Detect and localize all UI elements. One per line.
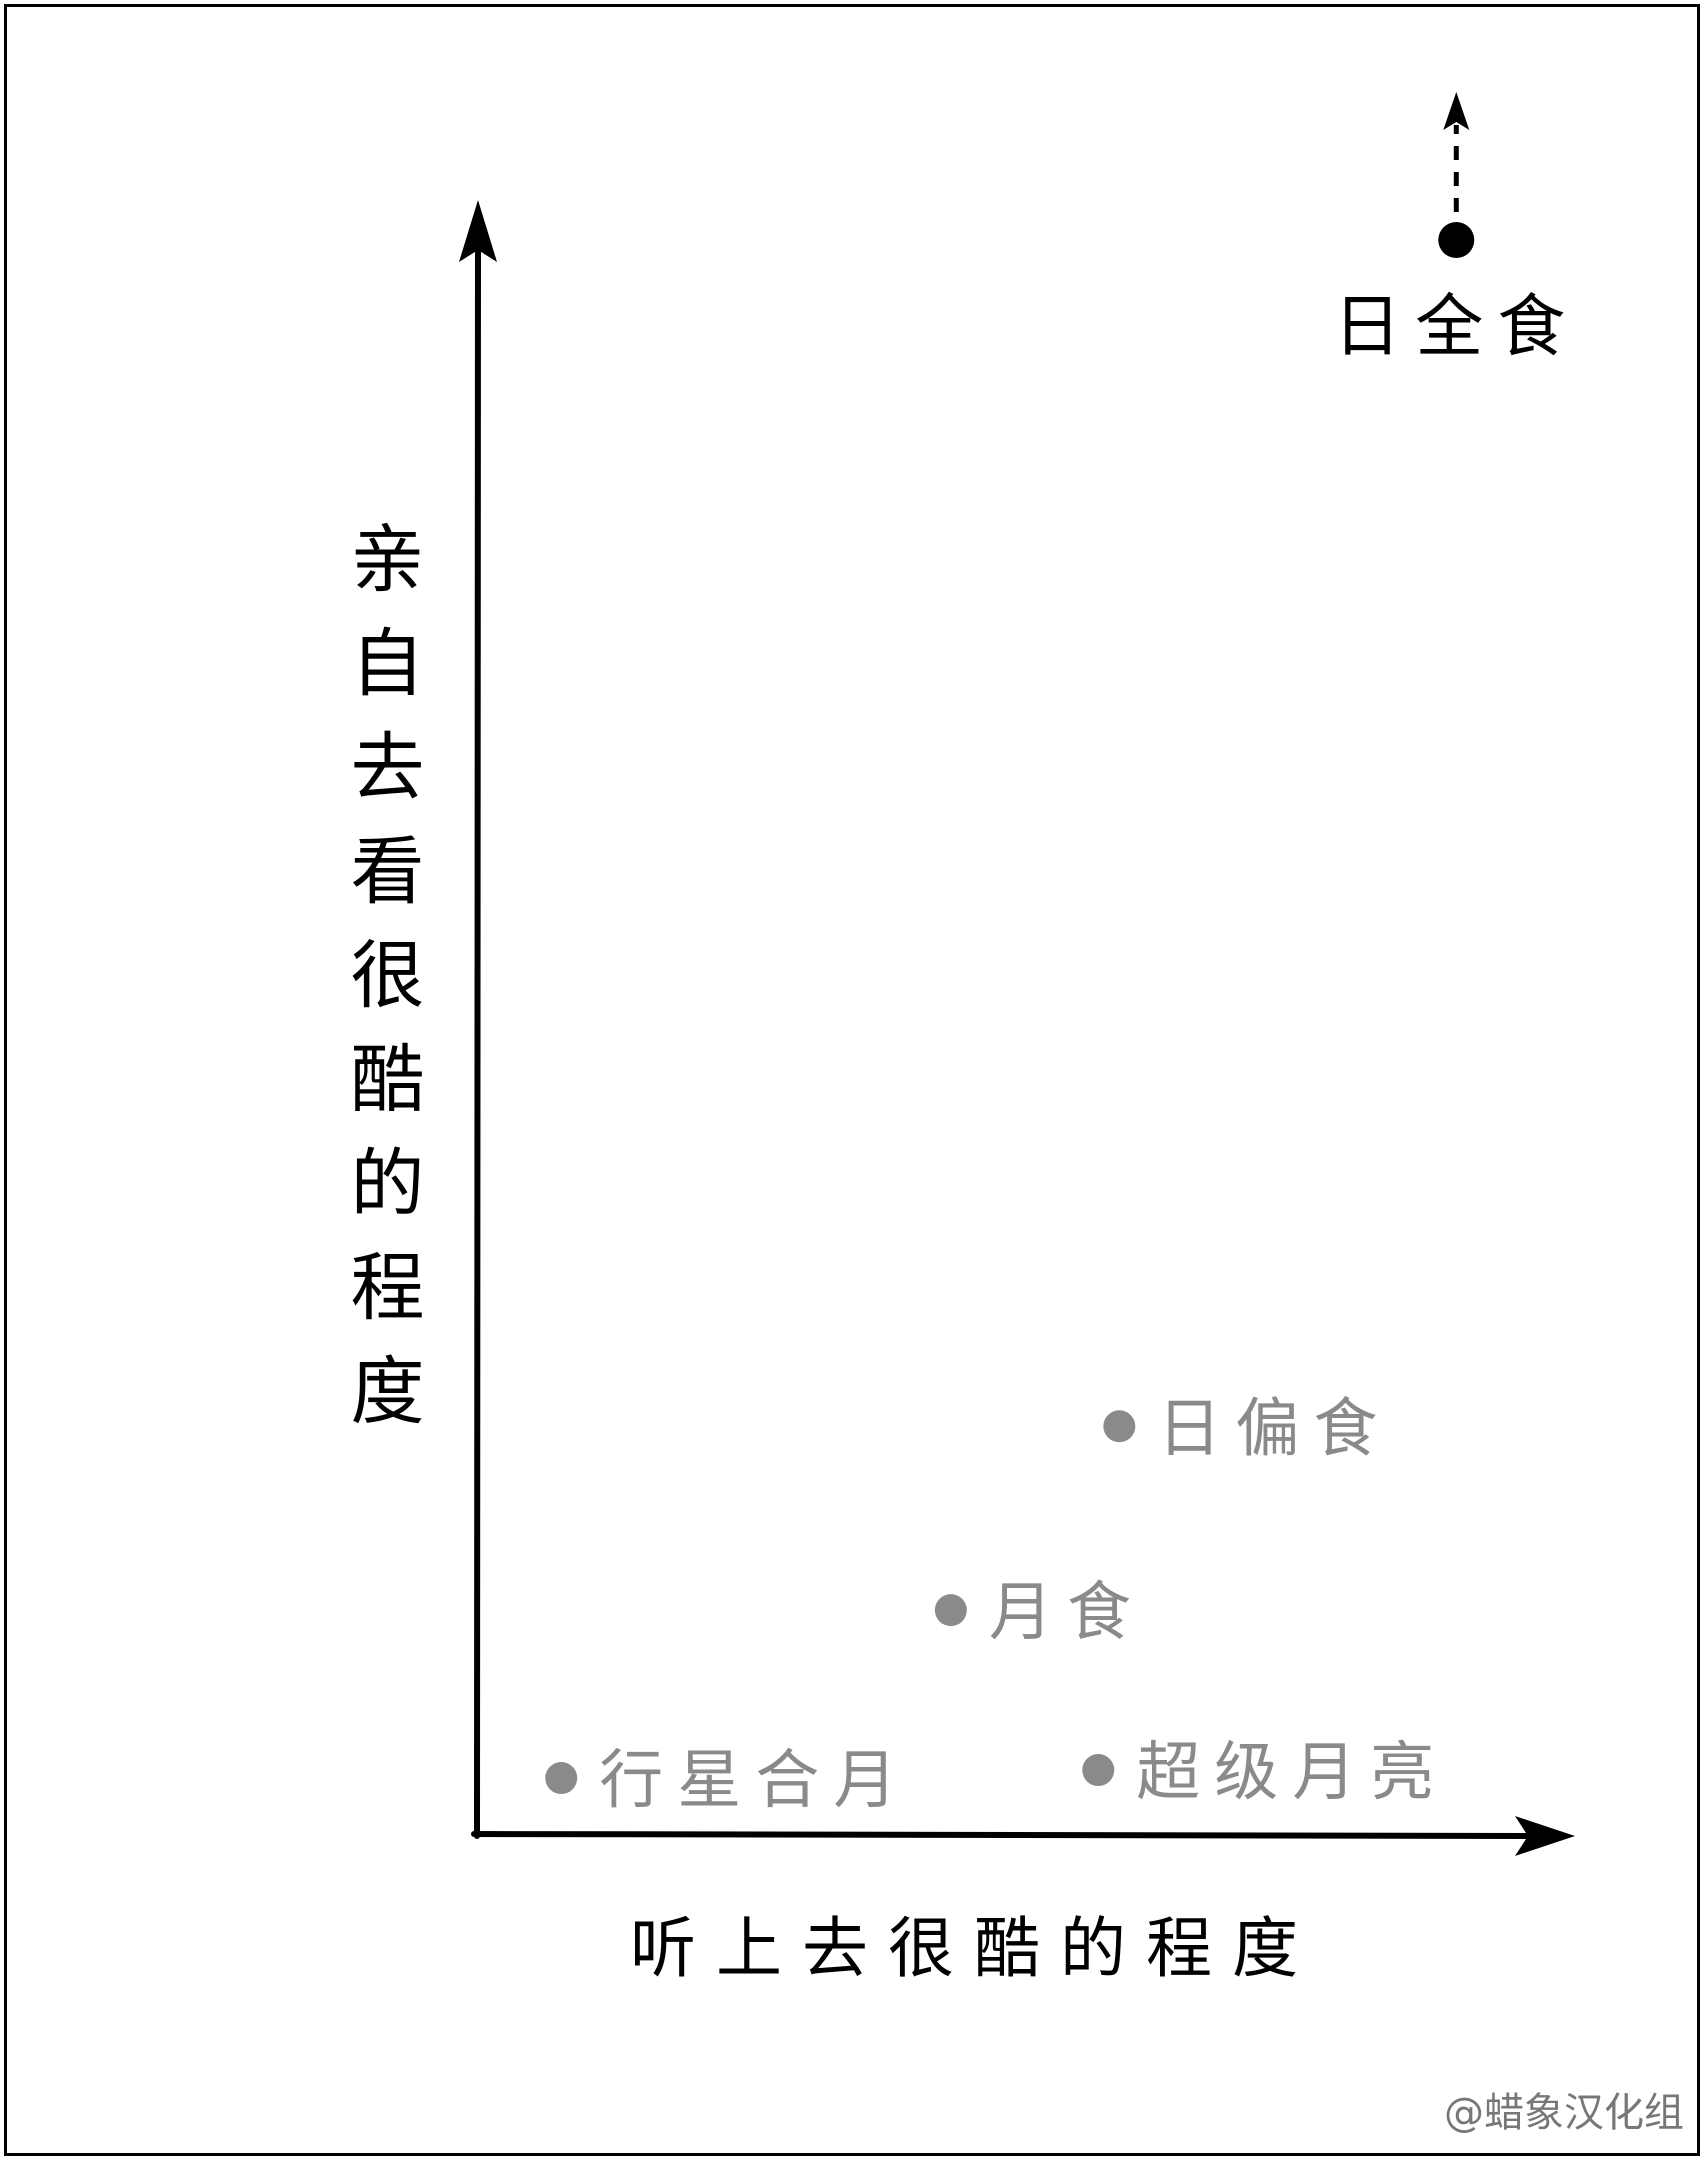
scatter-chart: 日全食日偏食月食行星合月 超级月亮 — [459, 92, 1579, 1856]
points-layer: 日全食日偏食月食行星合月 超级月亮 — [545, 92, 1579, 1818]
point-2 — [934, 1594, 967, 1627]
off-chart-arrowhead — [1443, 92, 1470, 130]
y-axis — [474, 232, 481, 1839]
point-label-1: 日偏食 — [1157, 1392, 1391, 1466]
point-1 — [1103, 1410, 1136, 1443]
credit-text: @蜡象汉化组 — [1444, 2090, 1684, 2136]
point-label-0: 日全食 — [1333, 288, 1579, 367]
point-3 — [545, 1762, 578, 1795]
point-label-3: 行星合月 — [599, 1744, 911, 1818]
point-0 — [1438, 222, 1475, 258]
point-label-4: 超级月亮 — [1136, 1736, 1448, 1810]
point-label-2: 月食 — [989, 1576, 1145, 1650]
y-axis-label: 亲自去看很酷的程度 — [338, 520, 424, 1456]
point-4 — [1082, 1754, 1115, 1787]
x-axis-label: 听上去很酷的程度 — [630, 1910, 1318, 1987]
x-axis — [471, 1831, 1533, 1839]
